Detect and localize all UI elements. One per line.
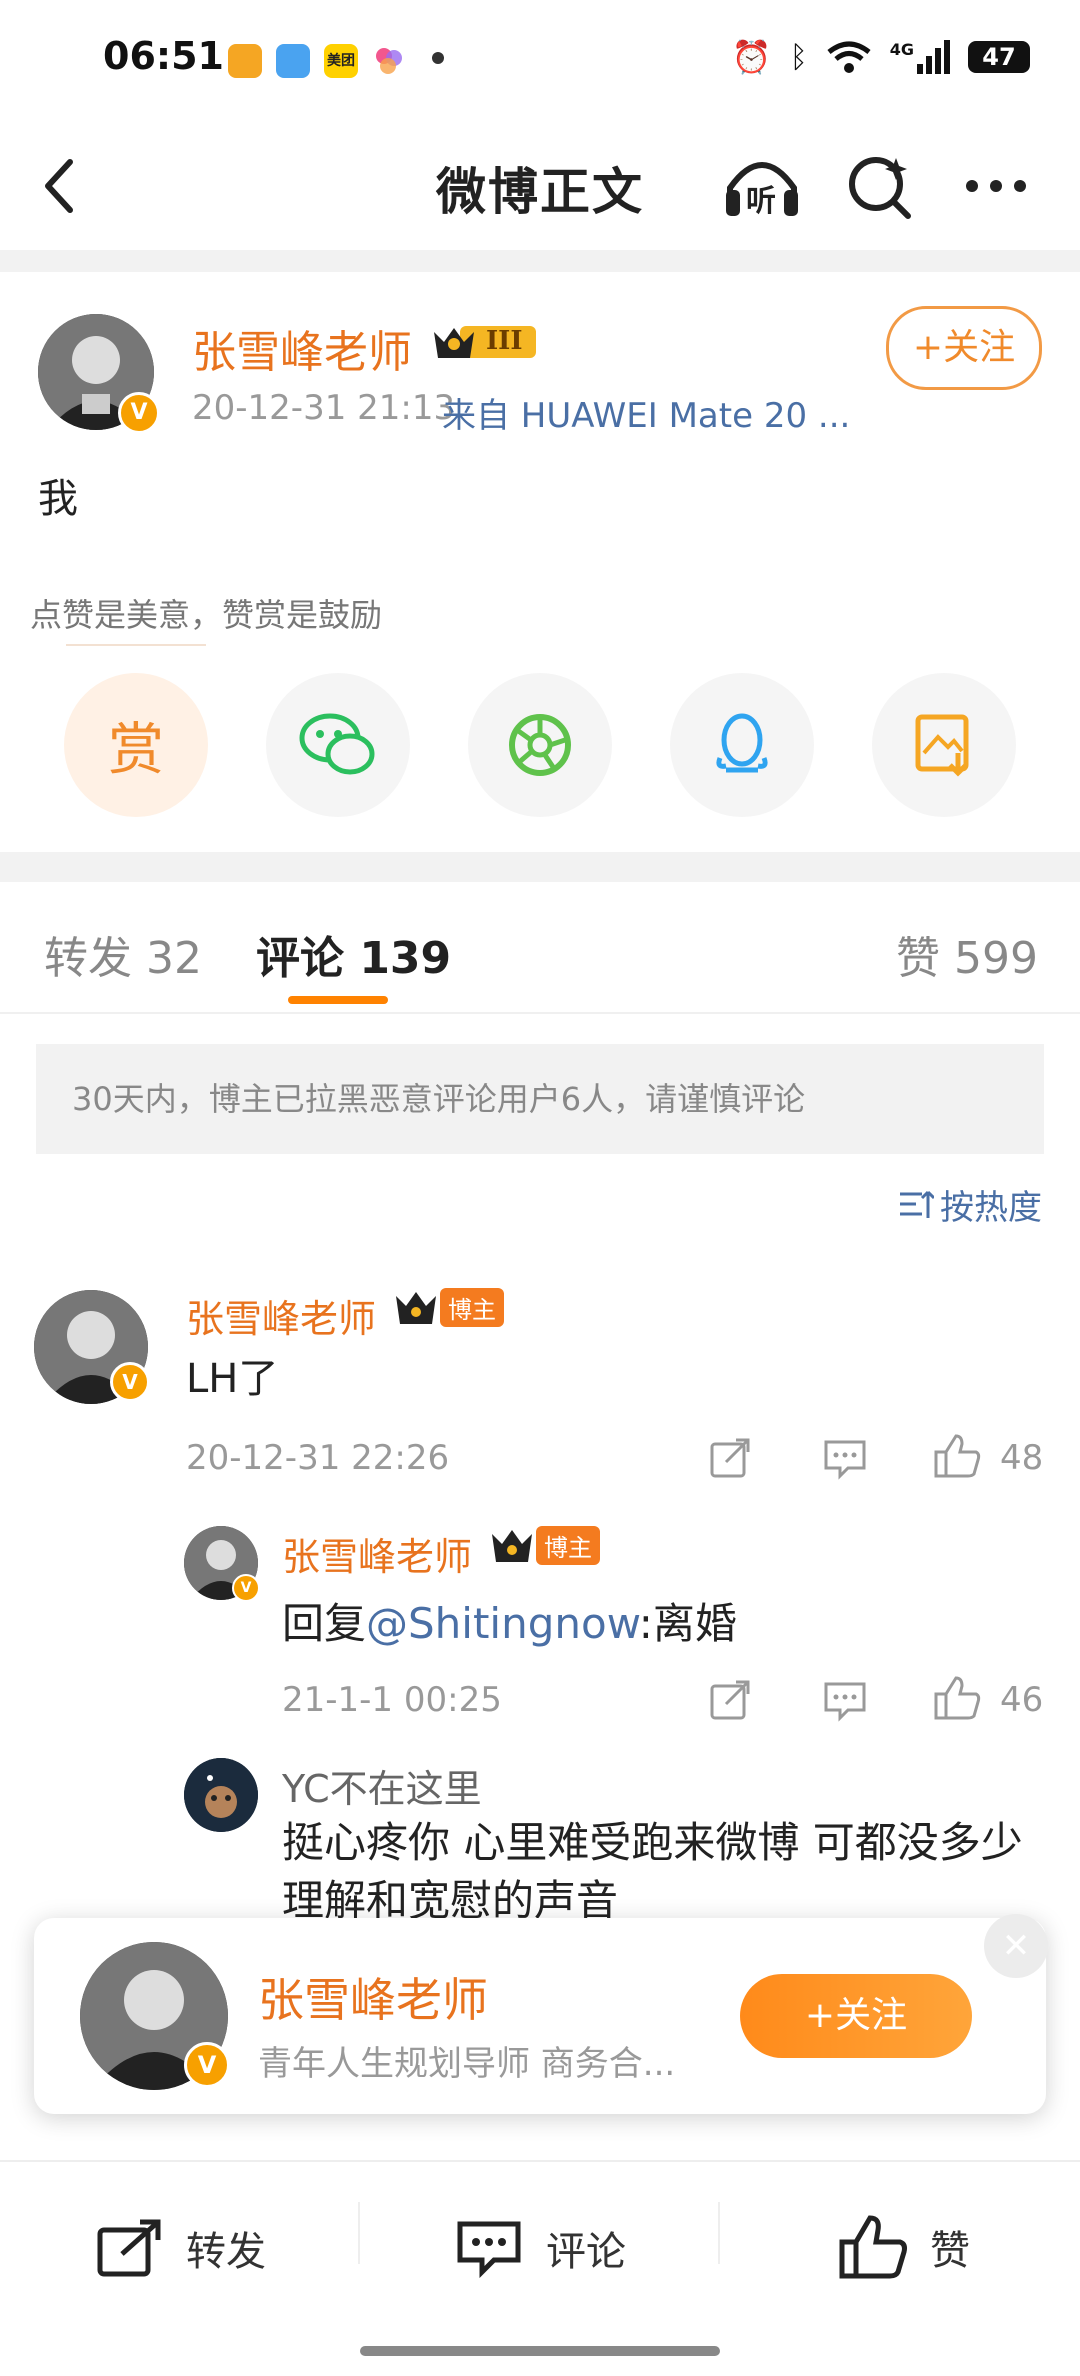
save-image-button[interactable] [872,673,1016,817]
tab-like[interactable]: 赞 599 [896,922,1038,986]
like-icon[interactable] [932,1674,982,1722]
sort-icon [900,1190,934,1218]
comment-icon [457,2221,521,2278]
follow-button[interactable]: +关注 [886,306,1042,390]
reward-hint: 点赞是美意，赞赏是鼓励 [30,596,383,634]
repost-icon [97,2219,161,2277]
repost-button[interactable]: 转发 [96,2218,266,2278]
level-crown-badge: III [430,320,542,364]
reply2-author[interactable]: YC不在这里 [282,1758,482,1813]
post-timestamp: 20-12-31 21:13 [192,388,456,428]
more-menu-icon[interactable] [966,180,1026,192]
reward-button[interactable]: 赏 [64,673,208,817]
repost-icon[interactable] [708,1678,752,1722]
like-button[interactable]: 赞 [838,2214,970,2280]
bottom-action-bar: 转发 评论 赞 [0,2160,1080,2376]
wifi-icon [827,41,871,73]
status-right: ⏰ ᛒ 4G 47 [732,38,1030,76]
mention-link[interactable]: @Shitingnow [366,1599,639,1648]
tab-comment[interactable]: 评论 139 [256,922,451,986]
moments-icon [509,714,571,776]
share-moments-button[interactable] [468,673,612,817]
section-divider [0,852,1080,882]
tab-divider [0,1012,1080,1014]
reply-time: 21-1-1 00:25 [282,1680,502,1720]
tab-active-indicator [288,996,388,1004]
post-text: 我 [38,476,78,522]
wechat-icon [299,713,375,775]
blogger-badge: 博主 [440,1287,504,1327]
comment-notice: 30天内，博主已拉黑恶意评论用户6人，请谨慎评论 [36,1044,1044,1154]
share-wechat-button[interactable] [266,673,410,817]
comment-icon[interactable] [822,1678,868,1722]
bluetooth-icon: ᛒ [789,39,808,75]
comment-text: LH了 [186,1356,279,1402]
reply-like-count: 46 [1000,1680,1044,1720]
alarm-icon: ⏰ [731,38,772,76]
post-author-name[interactable]: 张雪峰老师 [192,316,412,380]
page-title: 微博正文 [436,163,644,221]
verified-badge-icon: V [184,2042,230,2088]
weibo-app-icon [228,44,262,78]
comment-icon[interactable] [822,1436,868,1480]
comment-author[interactable]: 张雪峰老师 [186,1288,376,1343]
comment-time: 20-12-31 22:26 [186,1438,450,1478]
save-image-icon [915,714,969,777]
signal-icon: 4G [890,40,950,74]
more-notifications-dot [432,52,444,64]
like-icon [839,2215,907,2279]
verified-badge-icon: V [110,1362,150,1402]
comment-button[interactable]: 评论 [456,2218,626,2278]
verified-badge-icon: V [232,1574,260,1602]
comment-like-count: 48 [1000,1438,1044,1478]
photos-app-icon [372,44,406,78]
close-icon[interactable]: ✕ [984,1914,1048,1978]
reply-text: 回复@Shitingnow:离婚 [282,1599,737,1648]
status-time: 06:51 [103,34,224,78]
tab-repost[interactable]: 转发 32 [44,922,202,986]
like-icon[interactable] [932,1432,982,1480]
verified-badge-icon: V [118,392,160,434]
weather-app-icon [276,44,310,78]
meituan-app-icon: 美团 [324,44,358,78]
section-divider [0,250,1080,272]
crown-icon [396,1292,436,1324]
blogger-badge: 博主 [536,1525,600,1565]
qq-penguin-icon [716,713,768,773]
sort-toggle[interactable]: 按热度 [898,1180,1042,1229]
reply-author[interactable]: 张雪峰老师 [282,1526,472,1581]
reward-hint-pointer [66,644,206,646]
reply2-avatar[interactable] [184,1758,258,1832]
popup-description: 青年人生规划导师 商务合... [258,2044,676,2084]
popup-name[interactable]: 张雪峰老师 [258,1964,488,2030]
bar-divider [718,2202,720,2264]
battery-indicator: 47 [968,41,1030,73]
share-qq-button[interactable] [670,673,814,817]
author-badge: 博主 [392,1286,504,1328]
bar-divider [358,2202,360,2264]
crown-icon [492,1530,532,1562]
home-indicator [360,2346,720,2356]
popup-follow-button[interactable]: +关注 [740,1974,972,2058]
reply2-text: 挺心疼你 心里难受跑来微博 可都没多少理解和宽慰的声音 [282,1818,1023,1918]
follow-popup: V 张雪峰老师 青年人生规划导师 商务合... +关注 ✕ [34,1914,1048,2114]
listen-button[interactable]: 听 [722,150,802,220]
search-icon[interactable] [846,150,916,220]
repost-icon[interactable] [708,1436,752,1480]
post-source: 来自 HUAWEI Mate 20 ... [442,396,851,436]
author-badge: 博主 [488,1524,600,1566]
